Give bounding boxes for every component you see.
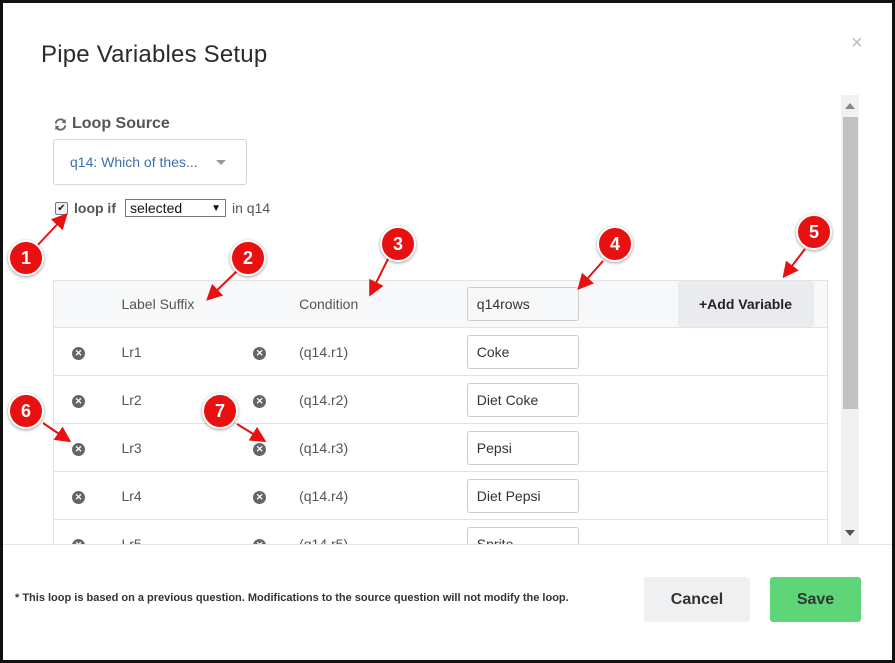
loop-source-select[interactable]: q14: Which of thes... [53, 139, 247, 185]
scroll-down-icon[interactable] [845, 530, 855, 536]
dropdown-arrow-icon: ▼ [211, 202, 221, 214]
table-header-row: Label Suffix Condition q14rows +Add Vari… [53, 280, 828, 328]
loop-source-text: Loop Source [72, 115, 170, 132]
close-icon[interactable]: × [851, 33, 863, 53]
row-condition[interactable]: (q14.r3) [283, 423, 465, 472]
row-condition[interactable]: (q14.r5) [283, 519, 465, 544]
remove-label-icon[interactable]: ✕ [72, 491, 85, 504]
loop-source-label: Loop Source [53, 115, 170, 133]
remove-condition-icon[interactable]: ✕ [253, 395, 267, 408]
refresh-icon [54, 117, 67, 131]
row-value-input[interactable]: Diet Coke [466, 382, 579, 417]
annotation-badge: 4 [597, 226, 633, 262]
variable-name-input[interactable]: q14rows [466, 287, 579, 321]
annotation-badge: 2 [230, 240, 266, 276]
row-label: Lr1 [103, 327, 254, 376]
label-suffix-header: Label Suffix [103, 280, 254, 328]
variables-table: Label Suffix Condition q14rows +Add Vari… [53, 280, 828, 544]
row-value: Sprite [476, 535, 514, 544]
footer-divider [3, 544, 892, 545]
loop-condition-row: ✔ loop if selected ▼ in q14 [55, 199, 270, 217]
table-row: ✕ Lr4 ✕ (q14.r4) Diet Pepsi [53, 471, 828, 520]
annotation-badge: 5 [796, 214, 832, 250]
row-value: Diet Pepsi [476, 487, 541, 504]
row-condition[interactable]: (q14.r4) [283, 471, 465, 520]
row-label: Lr5 [103, 519, 254, 544]
row-value-input[interactable]: Coke [466, 334, 579, 369]
row-value-input[interactable]: Pepsi [466, 430, 579, 465]
row-label: Lr4 [103, 471, 254, 520]
dialog-body: Loop Source q14: Which of thes... ✔ loop… [3, 95, 861, 544]
condition-header: Condition [283, 280, 465, 328]
loop-if-label: loop if [74, 200, 116, 216]
table-row: ✕ Lr3 ✕ (q14.r3) Pepsi [53, 423, 828, 472]
loop-operator-value: selected [130, 200, 183, 216]
row-value: Coke [476, 343, 510, 360]
remove-condition-icon[interactable]: ✕ [253, 443, 267, 456]
annotation-badge: 7 [202, 393, 238, 429]
table-row: ✕ Lr1 ✕ (q14.r1) Coke [53, 327, 828, 376]
modal-dialog: Pipe Variables Setup × Loop Source q14: … [0, 0, 895, 663]
scroll-up-icon[interactable] [845, 103, 855, 109]
row-label: Lr3 [103, 423, 254, 472]
row-value: Diet Coke [476, 391, 539, 408]
save-button[interactable]: Save [770, 577, 861, 622]
vertical-scrollbar[interactable] [841, 95, 859, 544]
loop-source-value: q14: Which of thes... [70, 154, 198, 170]
remove-condition-icon[interactable]: ✕ [253, 491, 267, 504]
loop-operator-select[interactable]: selected ▼ [125, 199, 226, 217]
row-value-input[interactable]: Diet Pepsi [466, 478, 579, 513]
variable-name-value: q14rows [476, 296, 530, 312]
row-value: Pepsi [476, 439, 512, 456]
annotation-badge: 1 [8, 240, 44, 276]
annotation-badge: 3 [380, 226, 416, 262]
footer-note: * This loop is based on a previous quest… [15, 592, 569, 604]
cancel-button[interactable]: Cancel [644, 577, 750, 622]
table-row: ✕ Lr5 ✕ (q14.r5) Sprite [53, 519, 828, 544]
remove-label-icon[interactable]: ✕ [72, 443, 85, 456]
row-value-input[interactable]: Sprite [466, 526, 579, 544]
loop-question-suffix: in q14 [232, 200, 271, 216]
dialog-title: Pipe Variables Setup [41, 41, 268, 68]
row-condition[interactable]: (q14.r1) [283, 327, 465, 376]
annotation-badge: 6 [8, 393, 44, 429]
remove-label-icon[interactable]: ✕ [72, 395, 85, 408]
chevron-down-icon [216, 160, 226, 165]
row-condition[interactable]: (q14.r2) [283, 375, 465, 424]
remove-condition-icon[interactable]: ✕ [253, 347, 267, 360]
table-row: ✕ Lr2 ✕ (q14.r2) Diet Coke [53, 375, 828, 424]
loop-if-checkbox[interactable]: ✔ [55, 201, 68, 215]
add-variable-button[interactable]: +Add Variable [677, 281, 814, 327]
remove-label-icon[interactable]: ✕ [72, 347, 85, 360]
scroll-thumb[interactable] [843, 117, 858, 409]
